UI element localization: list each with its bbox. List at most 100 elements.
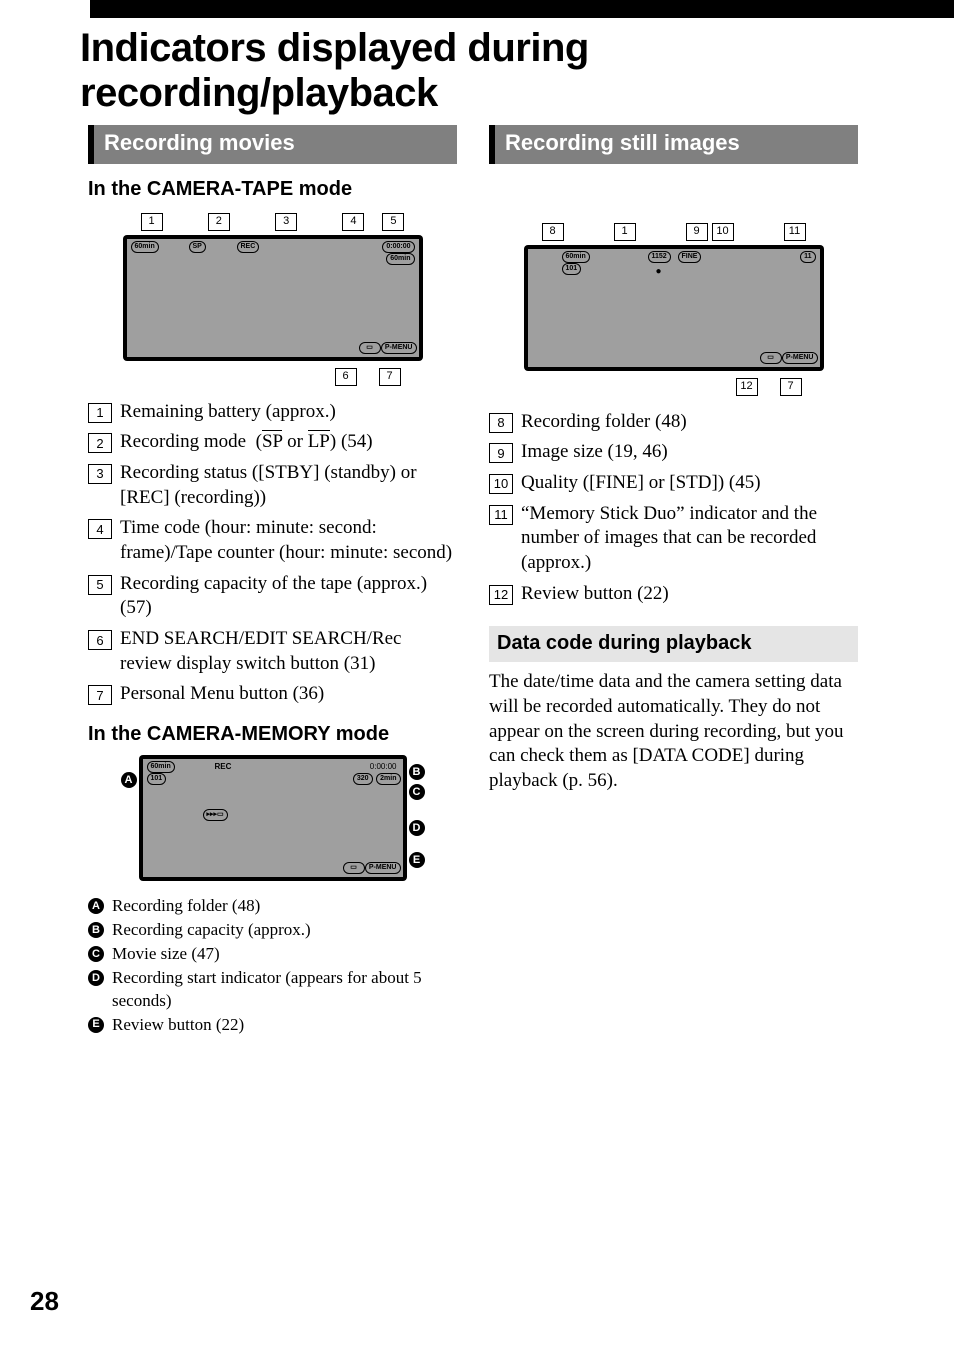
item-text: Movie size (47) [112, 943, 220, 965]
item-text: Review button (22) [521, 582, 669, 607]
timecode-indicator: 0:00:00 [382, 241, 414, 253]
battery-indicator: 60min [562, 251, 590, 263]
item-text: Recording status ([STBY] (standby) or [R… [120, 461, 457, 510]
callout-11: 11 [784, 223, 806, 241]
right-column: Recording still images 8 1 9 10 11 60min [489, 125, 858, 1038]
callout-3: 3 [275, 213, 297, 231]
list-item: 2 Recording mode (SP or LP) (54) [88, 430, 457, 455]
review-icon: ▭ [760, 352, 782, 364]
index-box: 3 [88, 464, 112, 484]
columns: Recording movies In the CAMERA-TAPE mode… [88, 125, 858, 1038]
item-text: Recording mode (SP or LP) (54) [120, 430, 373, 455]
index-circle: E [88, 1017, 104, 1033]
item-text: Recording folder (48) [112, 895, 260, 917]
item-text: END SEARCH/EDIT SEARCH/Rec review displa… [120, 627, 457, 676]
callout-A: A [121, 772, 137, 788]
list-item: C Movie size (47) [88, 943, 457, 965]
battery-indicator: 60min [131, 241, 159, 253]
quality-indicator: FINE [678, 251, 702, 263]
list-item: 8 Recording folder (48) [489, 410, 858, 435]
item-text: Recording folder (48) [521, 410, 687, 435]
index-box: 10 [489, 474, 513, 494]
numbered-list-tape: 1 Remaining battery (approx.) 2 Recording … [88, 400, 457, 708]
item-text: Recording capacity (approx.) [112, 919, 311, 941]
rec-indicator: REC [215, 762, 232, 772]
index-box: 2 [88, 433, 112, 453]
item-text: Remaining battery (approx.) [120, 400, 336, 425]
index-box: 4 [88, 519, 112, 539]
page: Indicators displayed during recording/pl… [0, 0, 954, 1357]
callout-B: B [409, 764, 425, 780]
index-circle: D [88, 970, 104, 986]
callout-10: 10 [712, 223, 734, 241]
start-indicator-icon: ▸▸▸▭ [203, 809, 228, 821]
item-text: Recording start indicator (appears for a… [112, 967, 457, 1011]
list-item: 4Time code (hour: minute: second: frame)… [88, 516, 457, 565]
callout-E: E [409, 852, 425, 868]
pmenu-button: P-MENU [782, 352, 818, 364]
screen-frame: 60min 101 1152 FINE 11 ● ▭ P-MENU [524, 245, 824, 371]
item-text: Recording capacity of the tape (approx.)… [120, 572, 457, 621]
rec-indicator: REC [237, 241, 260, 253]
image-size-indicator: 1152 [648, 251, 671, 263]
subhead-camera-tape: In the CAMERA-TAPE mode [88, 176, 457, 202]
callout-2: 2 [208, 213, 230, 231]
paragraph-data-code: The date/time data and the camera settin… [489, 670, 858, 793]
list-item: 5Recording capacity of the tape (approx.… [88, 572, 457, 621]
index-box: 12 [489, 585, 513, 605]
screen-frame: 60min SP REC 0:00:00 60min ▭ P-MENU [123, 235, 423, 361]
callout-6: 6 [335, 368, 357, 386]
list-item: A Recording folder (48) [88, 895, 457, 917]
subhead-camera-memory: In the CAMERA-MEMORY mode [88, 721, 457, 747]
section-heading-recording-movies: Recording movies [88, 125, 457, 164]
timecode-indicator: 0:00:00 [370, 762, 397, 772]
list-item: E Review button (22) [88, 1014, 457, 1036]
list-item: B Recording capacity (approx.) [88, 919, 457, 941]
callout-8: 8 [542, 223, 564, 241]
index-box: 8 [489, 413, 513, 433]
index-box: 7 [88, 685, 112, 705]
callout-D: D [409, 820, 425, 836]
callout-C: C [409, 784, 425, 800]
list-item: 6 END SEARCH/EDIT SEARCH/Rec review displ… [88, 627, 457, 676]
index-circle: B [88, 922, 104, 938]
list-item: 3 Recording status ([STBY] (standby) or [… [88, 461, 457, 510]
item-text: Quality ([FINE] or [STD]) (45) [521, 471, 761, 496]
diagram-camera-memory: A B C D E 60min 101 REC 0:00:00 320 2min… [123, 755, 423, 881]
record-dot-icon: ● [656, 265, 662, 278]
item-text: Image size (19, 46) [521, 440, 668, 465]
pmenu-button: P-MENU [365, 862, 401, 874]
list-item: 10 Quality ([FINE] or [STD]) (45) [489, 471, 858, 496]
list-item: D Recording start indicator (appears for … [88, 967, 457, 1011]
index-circle: A [88, 898, 104, 914]
image-count-indicator: 11 [800, 251, 815, 263]
diagram-still-images: 8 1 9 10 11 60min 101 1152 FINE 11 [524, 220, 824, 396]
callout-1b: 1 [614, 223, 636, 241]
folder-indicator: 101 [147, 773, 167, 785]
item-text: Review button (22) [112, 1014, 244, 1036]
page-title: Indicators displayed during recording/pl… [80, 26, 954, 116]
index-box: 6 [88, 630, 112, 650]
header-bar [90, 0, 954, 18]
list-item: 1 Remaining battery (approx.) [88, 400, 457, 425]
index-circle: C [88, 946, 104, 962]
callout-4: 4 [342, 213, 364, 231]
subhead-data-code: Data code during playback [489, 626, 858, 662]
item-text: Personal Menu button (36) [120, 682, 324, 707]
index-box: 11 [489, 505, 513, 525]
callout-9: 9 [686, 223, 708, 241]
index-box: 1 [88, 403, 112, 423]
capacity-indicator: 2min [376, 773, 400, 785]
pmenu-button: P-MENU [381, 342, 417, 354]
item-text: “Memory Stick Duo” indicator and the num… [521, 502, 858, 576]
movie-size-indicator: 320 [353, 773, 373, 785]
review-icon: ▭ [343, 862, 365, 874]
page-number: 28 [30, 1286, 59, 1317]
folder-indicator: 101 [562, 263, 582, 275]
sp-indicator: SP [189, 241, 206, 253]
index-box: 9 [489, 443, 513, 463]
left-column: Recording movies In the CAMERA-TAPE mode… [88, 125, 457, 1038]
callout-7: 7 [379, 368, 401, 386]
callout-7b: 7 [780, 378, 802, 396]
numbered-list-still: 8 Recording folder (48) 9 Image size (19, … [489, 410, 858, 607]
